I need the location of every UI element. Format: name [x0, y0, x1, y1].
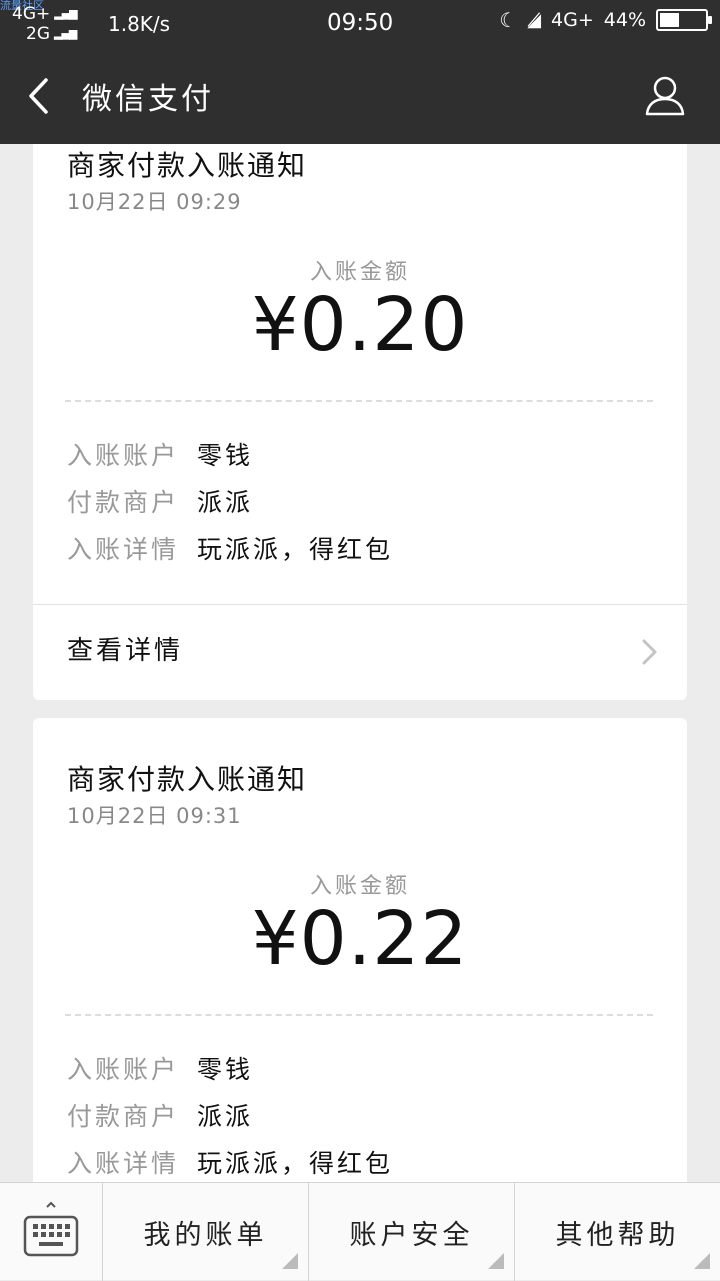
network-type-1: 4G+ — [12, 4, 51, 24]
menu-label: 其他帮助 — [555, 1219, 680, 1251]
info-row: 入账详情 玩派派，得红包 — [67, 1144, 393, 1180]
view-details-label: 查看详情 — [67, 636, 184, 666]
info-value: 派派 — [197, 1102, 254, 1131]
mute-icon: ◢̸ — [527, 9, 542, 31]
chevron-right-icon — [642, 639, 657, 665]
amount-value: ¥0.22 — [251, 896, 469, 982]
back-arrow-icon[interactable] — [26, 76, 52, 116]
network-indicators: 4G+ ▂▄▆ 2G ▂▄▆ — [12, 4, 78, 44]
bottom-menu-bar: 我的账单 账户安全 其他帮助 — [0, 1182, 720, 1281]
info-key: 入账账户 — [67, 441, 180, 470]
divider — [65, 1014, 653, 1016]
info-key: 入账详情 — [67, 1149, 180, 1178]
info-row: 付款商户 派派 — [67, 483, 253, 519]
card-title: 商家付款入账通知 — [67, 149, 308, 182]
info-key: 入账账户 — [67, 1055, 180, 1084]
submenu-indicator-icon — [488, 1253, 504, 1269]
network-type-3: 4G+ — [551, 9, 594, 31]
battery-icon — [656, 9, 712, 31]
card-date: 10月22日 09:31 — [67, 804, 242, 828]
keyboard-toggle-button[interactable] — [0, 1183, 103, 1281]
info-value: 零钱 — [197, 441, 254, 470]
submenu-indicator-icon — [282, 1253, 298, 1269]
payment-notice-card: 商家付款入账通知 10月22日 09:29 入账金额 ¥0.20 入账账户 零钱 … — [33, 144, 687, 700]
menu-my-bills[interactable]: 我的账单 — [103, 1183, 309, 1281]
menu-label: 账户安全 — [349, 1219, 474, 1251]
battery-fill — [660, 13, 680, 27]
status-right: ☾ ◢̸ 4G+ 44% — [499, 8, 712, 32]
keyboard-icon — [23, 1201, 79, 1257]
status-bar: 流量社区 4G+ ▂▄▆ 2G ▂▄▆ 1.8K/s 09:50 ☾ ◢̸ 4G+ … — [0, 0, 720, 46]
signal-icon: ▂▄▆ — [54, 27, 77, 40]
info-value: 玩派派，得红包 — [197, 535, 394, 564]
info-key: 付款商户 — [67, 1102, 180, 1131]
card-title: 商家付款入账通知 — [67, 763, 308, 796]
message-list[interactable]: 商家付款入账通知 10月22日 09:29 入账金额 ¥0.20 入账账户 零钱 … — [0, 144, 720, 1182]
signal-icon: ▂▄▆ — [54, 7, 77, 20]
clock: 09:50 — [327, 10, 394, 36]
submenu-indicator-icon — [694, 1253, 710, 1269]
amount-value: ¥0.20 — [251, 282, 469, 368]
network-type-2: 2G — [26, 24, 50, 44]
menu-account-security[interactable]: 账户安全 — [309, 1183, 515, 1281]
card-date: 10月22日 09:29 — [67, 190, 242, 214]
view-details-link[interactable]: 查看详情 — [33, 604, 687, 700]
divider — [65, 400, 653, 402]
user-icon[interactable] — [644, 74, 686, 116]
info-key: 付款商户 — [67, 488, 180, 517]
info-value: 玩派派，得红包 — [197, 1149, 394, 1178]
info-value: 派派 — [197, 488, 254, 517]
payment-notice-card: 商家付款入账通知 10月22日 09:31 入账金额 ¥0.22 入账账户 零钱 … — [33, 718, 687, 1182]
menu-other-help[interactable]: 其他帮助 — [515, 1183, 720, 1281]
info-row: 付款商户 派派 — [67, 1097, 253, 1133]
info-value: 零钱 — [197, 1055, 254, 1084]
network-speed: 1.8K/s — [108, 12, 171, 36]
info-row: 入账账户 零钱 — [67, 1050, 253, 1086]
info-key: 入账详情 — [67, 535, 180, 564]
nav-bar: 微信支付 — [0, 46, 720, 144]
info-row: 入账账户 零钱 — [67, 436, 253, 472]
info-row: 入账详情 玩派派，得红包 — [67, 530, 393, 566]
moon-icon: ☾ — [499, 8, 518, 32]
menu-label: 我的账单 — [143, 1219, 268, 1251]
page-title: 微信支付 — [82, 82, 214, 117]
battery-percent: 44% — [603, 9, 646, 31]
